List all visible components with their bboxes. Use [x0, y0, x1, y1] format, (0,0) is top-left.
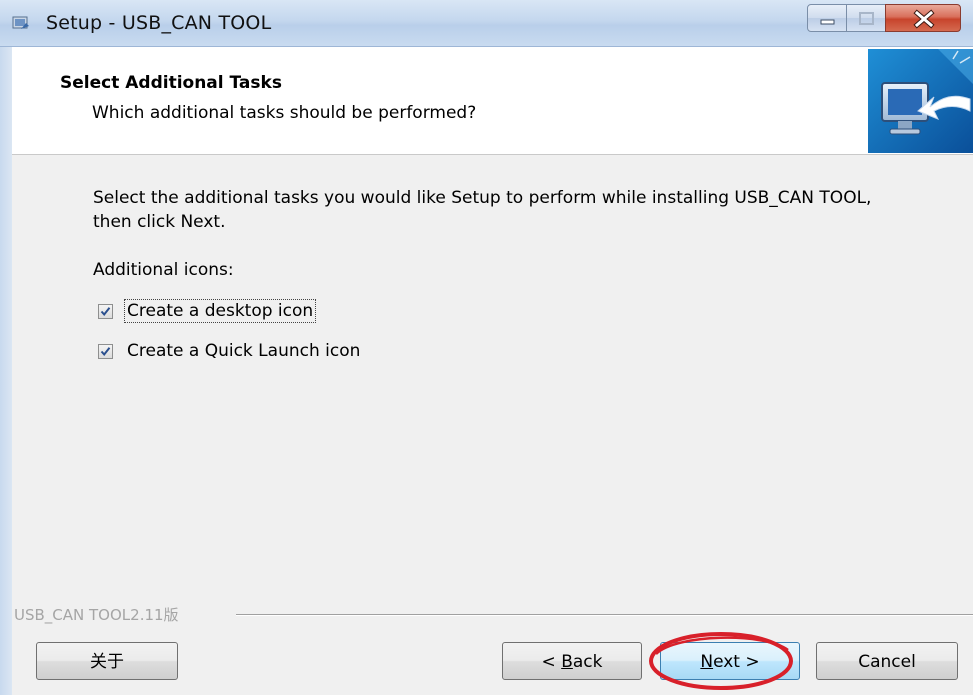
wizard-header: Select Additional Tasks Which additional… [12, 47, 973, 155]
window-title: Setup - USB_CAN TOOL [46, 12, 272, 34]
instructions-text: Select the additional tasks you would li… [93, 188, 872, 232]
page-subtitle: Which additional tasks should be perform… [92, 103, 477, 123]
about-button[interactable]: 关于 [36, 642, 178, 680]
checkmark-icon [100, 306, 111, 316]
back-button-accel: B [561, 652, 573, 672]
version-label: USB_CAN TOOL2.11版 [14, 606, 179, 624]
task-desktop-icon[interactable]: Create a desktop icon [98, 299, 317, 323]
setup-window: Setup - USB_CAN TOOL Select Additional T… [0, 0, 973, 695]
additional-icons-label: Additional icons: [93, 260, 234, 280]
maximize-icon [859, 12, 874, 25]
checkmark-icon [100, 346, 111, 356]
close-button[interactable] [885, 4, 961, 32]
footer-divider [236, 614, 973, 616]
maximize-button[interactable] [846, 4, 886, 32]
quick-launch-checkbox[interactable] [98, 343, 113, 359]
installer-app-icon [12, 16, 29, 29]
back-button-prefix: < [541, 652, 562, 672]
minimize-button[interactable] [807, 4, 847, 32]
window-left-border [0, 47, 12, 695]
computer-install-arrow-icon [868, 49, 973, 153]
quick-launch-label[interactable]: Create a Quick Launch icon [125, 340, 362, 362]
close-icon [913, 9, 935, 29]
back-button[interactable]: < Back [502, 642, 642, 680]
desktop-icon-checkbox[interactable] [98, 303, 113, 319]
page-title: Select Additional Tasks [60, 73, 282, 93]
cancel-button[interactable]: Cancel [816, 642, 958, 680]
back-button-rest: ack [572, 652, 603, 672]
desktop-icon-label[interactable]: Create a desktop icon [123, 299, 317, 323]
minimize-icon [820, 19, 835, 25]
next-button[interactable]: Next > [660, 642, 800, 680]
task-quick-launch-icon[interactable]: Create a Quick Launch icon [98, 339, 362, 363]
title-bar[interactable]: Setup - USB_CAN TOOL [0, 0, 973, 47]
next-button-rest: ext > [713, 652, 760, 672]
next-button-accel: N [700, 652, 714, 672]
